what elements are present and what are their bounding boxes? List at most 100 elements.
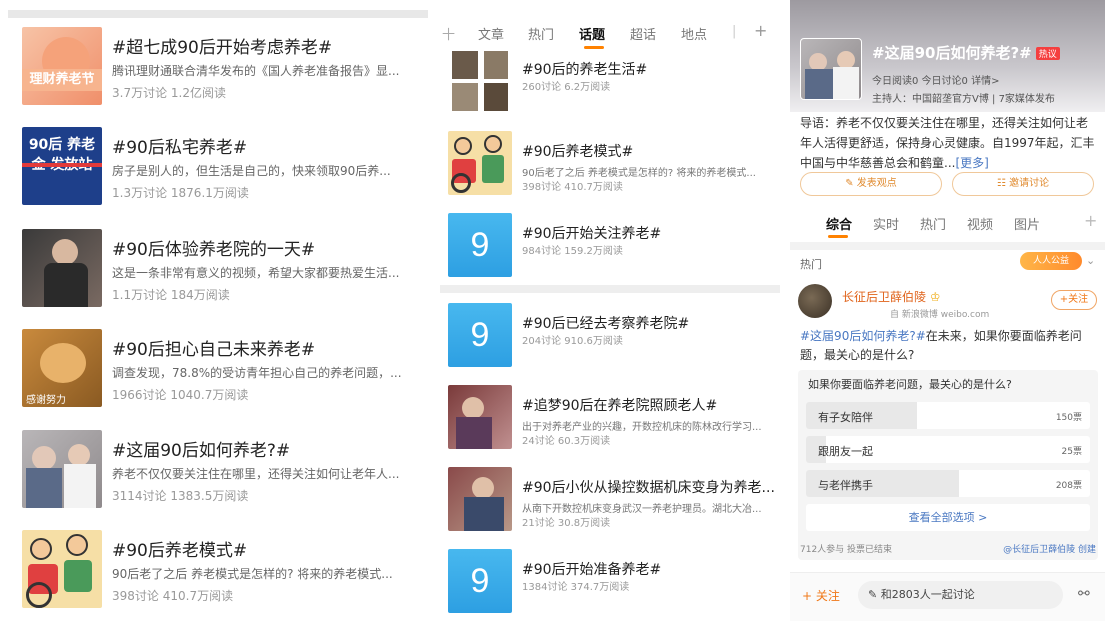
- tab-topics[interactable]: 话题: [579, 24, 605, 43]
- topic-thumbnail: [448, 467, 512, 531]
- topic-thumbnail: [22, 229, 102, 307]
- topic-stats: 3.7万讨论 1.2亿阅读: [112, 86, 226, 100]
- topic-detail-title-text: #这届90后如何养老?#: [872, 44, 1032, 62]
- topic-title: #90后养老模式#: [112, 541, 248, 561]
- poll-option-count: 150票: [1055, 413, 1082, 423]
- poll-option[interactable]: 有子女陪伴 150票: [806, 402, 1090, 429]
- feed-tabs: 综合 实时 热门 视频 图片 +: [790, 206, 1105, 240]
- poll-participants: 712人参与 投票已结束: [800, 545, 893, 555]
- crown-icon: ♔: [929, 290, 941, 304]
- invite-discussion-button[interactable]: ☷ 邀请讨论: [952, 172, 1094, 196]
- chevron-down-icon[interactable]: ⌄: [1086, 254, 1095, 267]
- bottom-bar: + 关注 ✎ 和2803人一起讨论 ⚯: [790, 572, 1105, 621]
- user-name[interactable]: 长征后卫薛伯陵 ♔: [842, 288, 941, 305]
- topic-item[interactable]: 9 #90后开始准备养老# 1384讨论 374.7万阅读: [440, 549, 780, 619]
- more-link[interactable]: [更多]: [955, 156, 988, 170]
- poll-option-count: 25票: [1061, 447, 1082, 457]
- tab-articles[interactable]: 文章: [478, 24, 504, 43]
- share-icon[interactable]: ⚯: [1078, 586, 1090, 602]
- poll-question: 如果你要面临养老问题，最关心的是什么?: [808, 378, 1012, 391]
- hot-section-label: 热门: [800, 258, 822, 271]
- topic-thumbnail: [448, 131, 512, 195]
- topic-thumbnail: 9: [448, 213, 512, 277]
- tab-hot[interactable]: 热门: [528, 24, 554, 43]
- tab-super-topics[interactable]: 超话: [630, 24, 656, 43]
- topic-item[interactable]: #这届90后如何养老?# 养老不仅仅要关注住在哪里，还得关注如何让老年人... …: [8, 430, 428, 520]
- topic-item[interactable]: #追梦90后在养老院照顾老人# 出于对养老产业的兴趣，开数控机床的陈林改行学习.…: [440, 385, 780, 455]
- topic-title: #这届90后如何养老?#: [112, 441, 291, 461]
- topic-thumbnail: [800, 38, 862, 100]
- topic-desc: 这是一条非常有意义的视频，希望大家都要热爱生活...: [112, 266, 400, 280]
- topic-item[interactable]: #90后的养老生活# 260讨论 6.2万阅读: [440, 49, 780, 119]
- topic-item[interactable]: 理财养老节 #超七成90后开始考虑养老# 腾讯理财通联合清华发布的《国人养老准备…: [8, 27, 428, 117]
- discussion-input[interactable]: ✎ 和2803人一起讨论: [858, 581, 1063, 609]
- topic-thumbnail: [22, 430, 102, 508]
- topic-item[interactable]: 90后 养老金 发放站 #90后私宅养老# 房子是别人的，但生活是自己的，快来领…: [8, 127, 428, 217]
- plus-icon[interactable]: +: [754, 21, 767, 40]
- topic-thumbnail: [448, 385, 512, 449]
- topic-item[interactable]: 9 #90后开始关注养老# 984讨论 159.2万阅读: [440, 213, 780, 283]
- topic-stats: 1384讨论 374.7万阅读: [522, 582, 630, 593]
- follow-button[interactable]: +关注: [1051, 290, 1097, 310]
- tab-images[interactable]: 图片: [1014, 214, 1040, 233]
- topic-stats: 1.3万讨论 1876.1万阅读: [112, 186, 249, 200]
- poll-creator[interactable]: @长征后卫薛伯陵 创建: [1003, 542, 1096, 555]
- topic-stats: 24讨论 60.3万阅读: [522, 436, 611, 447]
- post-opinion-button[interactable]: ✎ 发表观点: [800, 172, 942, 196]
- poll-option[interactable]: 与老伴携手 208票: [806, 470, 1090, 497]
- topic-stats: 398讨论 410.7万阅读: [522, 182, 623, 193]
- topic-stats: 21讨论 30.8万阅读: [522, 518, 611, 529]
- post-opinion-label: 发表观点: [856, 178, 897, 189]
- section-divider: [440, 285, 780, 293]
- topic-stats: 3114讨论 1383.5万阅读: [112, 489, 249, 503]
- poll-option-label: 跟朋友一起: [818, 445, 873, 458]
- topic-desc: 养老不仅仅要关注住在哪里，还得关注如何让老年人...: [112, 467, 400, 481]
- tab-hot[interactable]: 热门: [920, 214, 946, 233]
- topic-title: #90后已经去考察养老院#: [522, 316, 690, 332]
- topic-meta-host: 主持人：中国韶垄官方V博 | 7家媒体发布: [872, 94, 1055, 105]
- section-divider: [790, 242, 1105, 250]
- invite-discussion-label: 邀请讨论: [1009, 178, 1050, 189]
- tab-realtime[interactable]: 实时: [873, 214, 899, 233]
- avatar[interactable]: [798, 284, 832, 318]
- edit-icon: ✎: [868, 588, 878, 601]
- topic-intro: 导语：养老不仅仅要关注住在哪里，还得关注如何让老年人活得更舒适，保持身心灵健康。…: [800, 113, 1098, 173]
- topic-thumbnail: [448, 49, 512, 113]
- poll-option[interactable]: 跟朋友一起 25票: [806, 436, 1090, 463]
- topic-thumbnail: 9: [448, 549, 512, 613]
- charity-badge[interactable]: 人人公益: [1020, 252, 1082, 270]
- tab-places[interactable]: 地点: [681, 24, 707, 43]
- poll-card: 如果你要面临养老问题，最关心的是什么? 有子女陪伴 150票 跟朋友一起 25票…: [798, 370, 1098, 560]
- topic-title: #90后开始准备养老#: [522, 562, 662, 578]
- see-all-options-button[interactable]: 查看全部选项 >: [806, 504, 1090, 531]
- topic-title: #90后养老模式#: [522, 144, 634, 160]
- topic-item[interactable]: 感谢努力 #90后担心自己未来养老# 调查发现，78.8%的受访青年担心自己的养…: [8, 329, 428, 419]
- tab-partial-right[interactable]: |: [732, 24, 736, 39]
- invite-icon: ☷: [996, 178, 1006, 189]
- topic-thumbnail: 理财养老节: [22, 27, 102, 105]
- plus-icon[interactable]: +: [1084, 211, 1097, 230]
- topic-meta-stats[interactable]: 今日阅读0 今日讨论0 详情>: [872, 72, 999, 87]
- poll-option-label: 有子女陪伴: [818, 411, 873, 424]
- tab-video[interactable]: 视频: [967, 214, 993, 233]
- poll-option-count: 208票: [1055, 481, 1082, 491]
- topic-item[interactable]: #90后体验养老院的一天# 这是一条非常有意义的视频，希望大家都要热爱生活...…: [8, 229, 428, 319]
- topic-item[interactable]: #90后养老模式# 90后老了之后 养老模式是怎样的? 将来的养老模式... 3…: [8, 530, 428, 620]
- topic-item[interactable]: 9 #90后已经去考察养老院# 204讨论 910.6万阅读: [440, 303, 780, 373]
- topic-item[interactable]: #90后小伙从操控数据机床变身为养老... 从南下开数控机床变身武汉一养老护理员…: [440, 467, 780, 537]
- topic-title: #90后的养老生活#: [522, 62, 648, 78]
- tab-comprehensive[interactable]: 综合: [826, 214, 852, 233]
- topic-list-panel-2: 十 文章 热门 话题 超话 地点 | + #90后的养老生活# 260讨论 6.…: [440, 0, 780, 621]
- tab-partial[interactable]: 十: [442, 24, 455, 43]
- topic-desc: 腾讯理财通联合清华发布的《国人养老准备报告》显...: [112, 64, 400, 78]
- topic-title: #90后担心自己未来养老#: [112, 340, 316, 360]
- bottom-follow-button[interactable]: + 关注: [802, 587, 840, 604]
- topic-stats: 1966讨论 1040.7万阅读: [112, 388, 249, 402]
- hot-badge: 热议: [1035, 47, 1060, 60]
- topic-stats: 1.1万讨论 184万阅读: [112, 288, 230, 302]
- topic-detail-panel: #这届90后如何养老?# 热议 今日阅读0 今日讨论0 详情> 主持人：中国韶垄官…: [790, 0, 1105, 621]
- topic-item[interactable]: #90后养老模式# 90后老了之后 养老模式是怎样的? 将来的养老模式... 3…: [440, 131, 780, 201]
- discussion-input-placeholder: 和2803人一起讨论: [880, 588, 975, 601]
- topic-title: #90后体验养老院的一天#: [112, 240, 316, 260]
- topic-link[interactable]: #这届90后如何养老?#: [800, 329, 926, 343]
